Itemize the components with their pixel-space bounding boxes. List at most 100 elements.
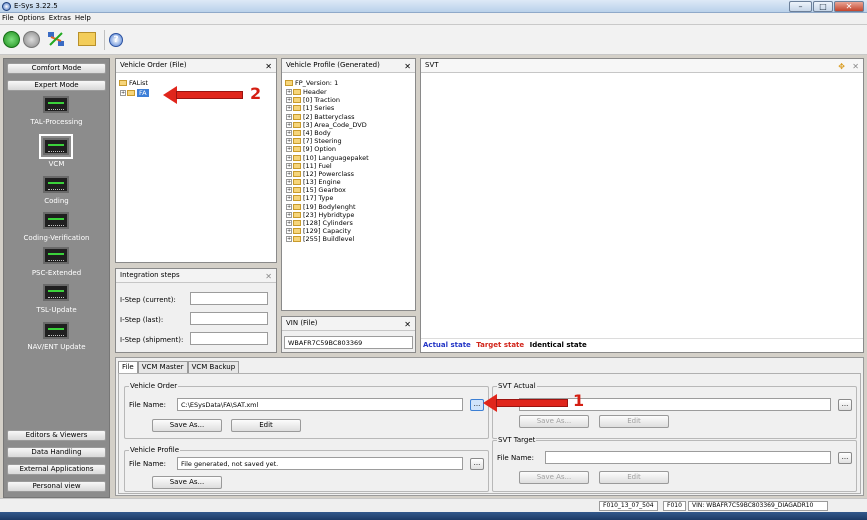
expand-icon[interactable]: + (286, 203, 292, 210)
expand-icon[interactable]: + (286, 228, 292, 235)
svt-target-save-as-button[interactable]: Save As... (519, 471, 589, 484)
expand-icon[interactable]: + (286, 89, 292, 95)
tree-node-fa[interactable]: + FA (120, 89, 149, 97)
coding-verification-icon[interactable] (43, 212, 69, 229)
svt-target-browse-button[interactable]: ... (838, 452, 852, 464)
fp-tree-item[interactable]: + [23] Hybridtype (286, 211, 369, 219)
menu-help[interactable]: Help (73, 13, 93, 23)
data-handling-button[interactable]: Data Handling (7, 447, 106, 458)
close-button[interactable]: ✕ (834, 1, 864, 12)
fp-tree-item[interactable]: + [9] Option (286, 145, 369, 153)
expand-icon[interactable]: + (286, 179, 292, 186)
menu-file[interactable]: File (0, 13, 16, 23)
fp-tree-item[interactable]: + Header (286, 88, 369, 96)
expand-icon[interactable]: + (286, 121, 292, 128)
fp-tree-item[interactable]: + [13] Engine (286, 178, 369, 186)
expand-icon[interactable]: + (286, 195, 292, 202)
tab-vcm-backup[interactable]: VCM Backup (187, 361, 240, 373)
menu-extras[interactable]: Extras (47, 13, 73, 23)
network-icon[interactable] (47, 30, 65, 48)
expand-icon[interactable]: + (286, 170, 292, 177)
expand-icon[interactable]: + (286, 154, 292, 161)
svt-actual-browse-button[interactable]: ... (838, 399, 852, 411)
fp-tree-item[interactable]: + [11] Fuel (286, 162, 369, 170)
fp-tree-item[interactable]: + [17] Type (286, 194, 369, 202)
expand-icon[interactable]: + (286, 162, 292, 169)
nav-nav-ent-update[interactable]: NAV/ENT Update (4, 343, 109, 351)
tal-processing-icon[interactable] (43, 96, 69, 113)
vp-save-as-button[interactable]: Save As... (152, 476, 222, 489)
fp-tree-item[interactable]: + [15] Gearbox (286, 186, 369, 194)
nav-tal-processing[interactable]: TAL-Processing (4, 118, 109, 126)
fp-tree-item[interactable]: + [7] Steering (286, 137, 369, 145)
expand-icon[interactable]: + (286, 129, 292, 136)
expand-icon[interactable]: + (286, 187, 292, 194)
istep-last-field[interactable] (190, 312, 268, 325)
help-icon[interactable]: ? (109, 33, 123, 47)
nav-coding-verification[interactable]: Coding-Verification (4, 234, 109, 242)
expand-icon[interactable]: + (286, 211, 292, 218)
nav-tsl-update[interactable]: TSL-Update (4, 306, 109, 314)
tsl-update-icon[interactable] (43, 284, 69, 301)
external-applications-button[interactable]: External Applications (7, 464, 106, 475)
vp-file-name-field[interactable] (177, 457, 463, 470)
vp-browse-button[interactable]: ... (470, 458, 484, 470)
tree-root-falist[interactable]: FAList (119, 79, 148, 87)
nav-ent-update-icon[interactable] (43, 322, 69, 339)
fp-tree-item[interactable]: + [2] Batteryclass (286, 113, 369, 121)
vo-edit-button[interactable]: Edit (231, 419, 301, 432)
close-icon[interactable]: ✕ (265, 60, 272, 73)
nav-vcm[interactable]: VCM (4, 160, 109, 168)
fp-tree-item[interactable]: + [128] Cylinders (286, 219, 369, 227)
expand-icon[interactable]: + (286, 105, 292, 112)
pin-icon[interactable]: ✥ (838, 60, 845, 73)
fp-tree-item[interactable]: + [10] Languagepaket (286, 154, 369, 162)
expand-icon[interactable]: + (120, 90, 126, 96)
svt-target-file-field[interactable] (545, 451, 831, 464)
vo-browse-button[interactable]: ... (470, 399, 484, 411)
expand-icon[interactable]: + (286, 146, 292, 153)
fp-tree-item[interactable]: + [19] Bodylenght (286, 203, 369, 211)
open-folder-icon[interactable] (78, 32, 96, 46)
tree-root-fp[interactable]: FP_Version: 1 (285, 79, 338, 87)
fp-tree-item[interactable]: + [1] Series (286, 104, 369, 112)
disconnect-icon[interactable] (23, 31, 40, 48)
comfort-mode-button[interactable]: Comfort Mode (7, 63, 106, 74)
vcm-icon[interactable] (39, 134, 73, 159)
close-icon[interactable]: ✕ (852, 60, 859, 73)
close-icon[interactable]: ✕ (404, 60, 411, 73)
fp-tree-item[interactable]: + [4] Body (286, 129, 369, 137)
menu-options[interactable]: Options (16, 13, 47, 23)
fp-tree-item[interactable]: + [12] Powerclass (286, 170, 369, 178)
vo-save-as-button[interactable]: Save As... (152, 419, 222, 432)
tab-file[interactable]: File (118, 361, 138, 373)
expand-icon[interactable]: + (286, 113, 292, 120)
istep-shipment-field[interactable] (190, 332, 268, 345)
maximize-button[interactable]: □ (813, 1, 833, 12)
svt-actual-edit-button[interactable]: Edit (599, 415, 669, 428)
fp-tree-item[interactable]: + [255] Buildlevel (286, 235, 369, 243)
close-icon[interactable]: ✕ (265, 270, 272, 283)
svt-actual-save-as-button[interactable]: Save As... (519, 415, 589, 428)
vo-file-name-field[interactable] (177, 398, 463, 411)
expand-icon[interactable]: + (286, 97, 292, 104)
tab-vcm-master[interactable]: VCM Master (137, 361, 188, 373)
fp-tree-item[interactable]: + [3] Area_Code_DVD (286, 121, 369, 129)
istep-current-field[interactable] (190, 292, 268, 305)
fp-tree-item[interactable]: + [0] Traction (286, 96, 369, 104)
connect-icon[interactable] (3, 31, 20, 48)
expand-icon[interactable]: + (286, 236, 292, 243)
svt-target-edit-button[interactable]: Edit (599, 471, 669, 484)
expand-icon[interactable]: + (286, 138, 292, 145)
expand-icon[interactable]: + (286, 220, 292, 226)
nav-psc-extended[interactable]: PSC-Extended (4, 269, 109, 277)
coding-icon[interactable] (43, 176, 69, 193)
editors-viewers-button[interactable]: Editors & Viewers (7, 430, 106, 441)
expert-mode-button[interactable]: Expert Mode (7, 80, 106, 91)
close-icon[interactable]: ✕ (404, 318, 411, 331)
nav-coding[interactable]: Coding (4, 197, 109, 205)
minimize-button[interactable]: – (789, 1, 812, 12)
fp-tree-item[interactable]: + [129] Capacity (286, 227, 369, 235)
psc-extended-icon[interactable] (43, 247, 69, 264)
personal-view-button[interactable]: Personal view (7, 481, 106, 492)
